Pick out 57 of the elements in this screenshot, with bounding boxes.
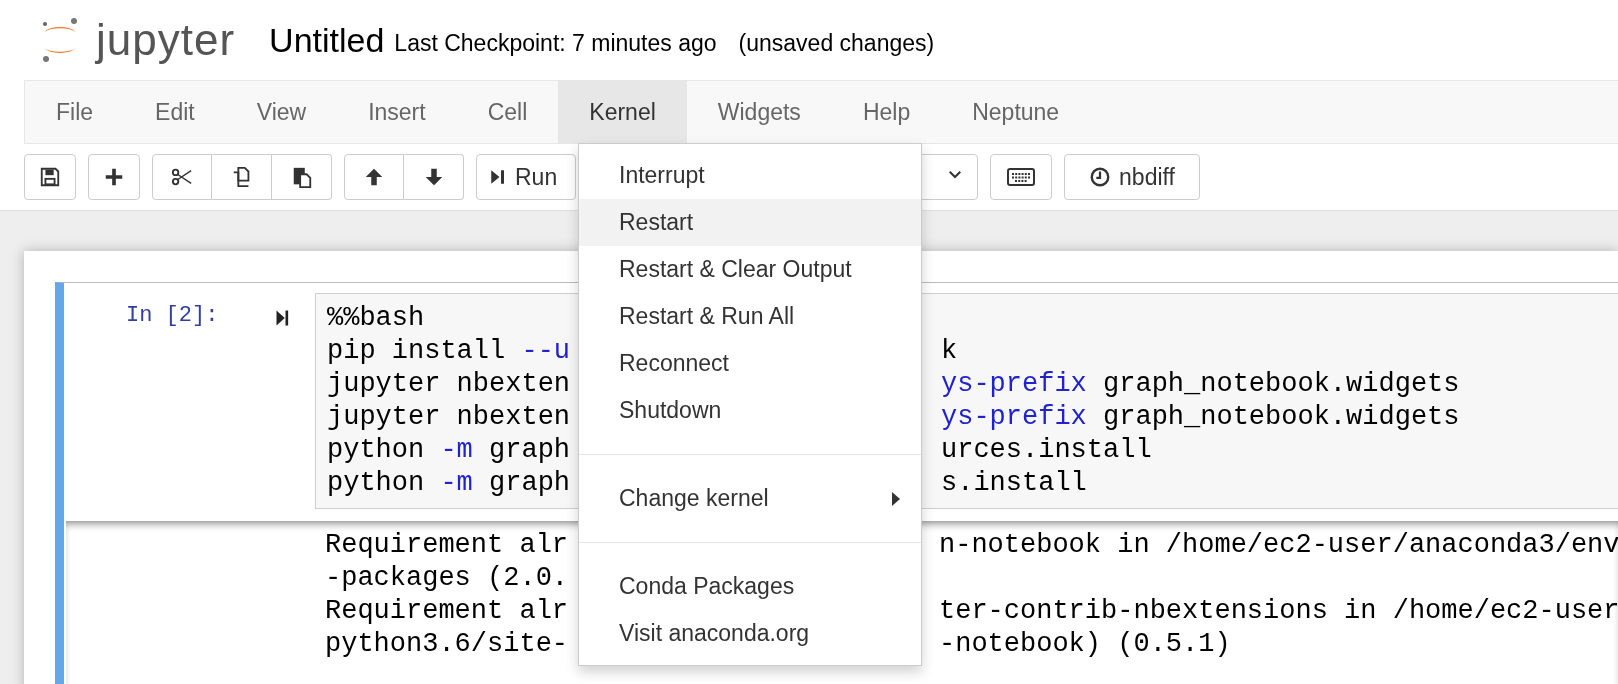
code-line: %%bash <box>327 302 426 335</box>
run-button[interactable]: Run <box>476 154 576 200</box>
cell-prompt: In [2]: <box>126 303 219 328</box>
code-line: python -m graph <box>327 434 572 467</box>
keyboard-icon <box>1006 167 1036 187</box>
output-line: python3.6/site- <box>325 628 570 661</box>
paste-button[interactable] <box>272 154 332 200</box>
menu-item[interactable]: File <box>25 81 125 143</box>
menu-item[interactable]: Kernel <box>558 81 687 143</box>
keyboard-button[interactable] <box>990 154 1052 200</box>
output-line: -notebook) (0.5.1) <box>939 628 1232 661</box>
menu-item[interactable]: Help <box>831 81 942 143</box>
save-icon <box>39 166 61 188</box>
add-button[interactable] <box>88 154 140 200</box>
menu-item[interactable]: Interrupt <box>579 152 921 199</box>
menu-item[interactable]: Restart & Clear Output <box>579 246 921 293</box>
code-line: jupyter nbexten <box>327 368 572 401</box>
output-line: Requirement alr <box>325 595 570 628</box>
menu-item[interactable]: Visit anaconda.org <box>579 610 921 657</box>
checkpoint-text: Last Checkpoint: 7 minutes ago <box>394 29 717 57</box>
clock-icon <box>1089 166 1112 188</box>
add-icon <box>103 166 125 188</box>
nbdiff-button[interactable]: nbdiff <box>1064 154 1200 200</box>
menu-item[interactable]: Restart <box>579 199 921 246</box>
code-line: urces.install <box>941 434 1153 467</box>
menu-item[interactable]: Conda Packages <box>579 563 921 610</box>
code-line: python -m graph <box>327 467 572 500</box>
up-button[interactable] <box>344 154 404 200</box>
code-line: pip install --u <box>327 335 572 368</box>
copy-button[interactable] <box>212 154 272 200</box>
output-line: Requirement alr <box>325 529 570 562</box>
cut-button[interactable] <box>152 154 212 200</box>
scissors-icon <box>170 166 194 188</box>
menu-item[interactable]: Insert <box>337 81 457 143</box>
arrow-up-icon <box>363 166 385 188</box>
menu-item[interactable]: View <box>225 81 338 143</box>
menu-item[interactable]: Widgets <box>686 81 832 143</box>
menu-item[interactable]: Reconnect <box>579 340 921 387</box>
code-line: s.install <box>941 467 1088 500</box>
menu-item[interactable]: Neptune <box>941 81 1091 143</box>
caret-right-icon <box>891 490 901 507</box>
down-button[interactable] <box>404 154 464 200</box>
menu-item[interactable]: Shutdown <box>579 387 921 434</box>
notebook-title[interactable]: Untitled <box>269 20 385 60</box>
brand-name: jupyter <box>96 15 236 65</box>
code-line: ys-prefix graph_notebook.widgets <box>941 368 1461 401</box>
output-line: ter-contrib-nbextensions in /home/ec2-user <box>939 595 1618 628</box>
code-line: jupyter nbexten <box>327 401 572 434</box>
save-button[interactable] <box>24 154 76 200</box>
menu-item[interactable]: Restart & Run All <box>579 293 921 340</box>
code-line: ys-prefix graph_notebook.widgets <box>941 401 1461 434</box>
code-line: k <box>941 335 959 368</box>
menu-item[interactable]: Cell <box>456 81 559 143</box>
save-status: (unsaved changes) <box>738 29 935 57</box>
output-line: n-notebook in /home/ec2-user/anaconda3/env <box>939 529 1618 562</box>
output-line: -packages (2.0. <box>325 562 570 595</box>
menu-item[interactable]: Edit <box>124 81 226 143</box>
